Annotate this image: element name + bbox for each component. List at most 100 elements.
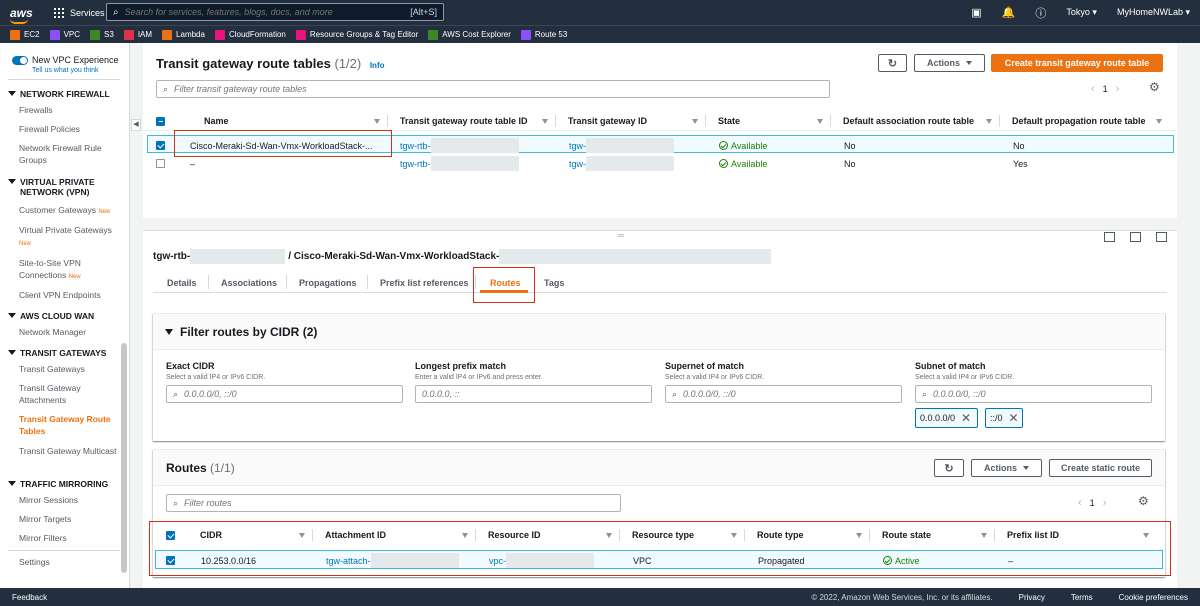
layout-bottom-icon[interactable] xyxy=(1104,232,1115,242)
select-all-checkbox[interactable] xyxy=(156,116,165,126)
favorite-lambda[interactable]: Lambda xyxy=(162,29,205,40)
col-rtb-id[interactable]: Transit gateway route table ID xyxy=(388,111,556,131)
next-page-icon[interactable]: › xyxy=(1103,497,1107,509)
page-number[interactable]: 1 xyxy=(1103,84,1108,94)
collapse-sidebar-icon[interactable]: ◀ xyxy=(131,119,141,131)
route-table-filter-input[interactable] xyxy=(174,84,779,94)
sidebar-item-tgw-multicast[interactable]: Transit Gateway Multicast xyxy=(19,445,119,457)
aws-logo[interactable]: aws xyxy=(10,6,44,24)
actions-button[interactable]: Actions xyxy=(914,54,985,72)
favorite-route53[interactable]: Route 53 xyxy=(520,29,567,40)
global-search[interactable]: ⌕ [Alt+S] xyxy=(106,3,444,21)
privacy-link[interactable]: Privacy xyxy=(1019,593,1045,602)
account-menu[interactable]: MyHomeNWLab ▾ xyxy=(1117,7,1190,18)
favorite-vpc[interactable]: VPC xyxy=(49,29,80,40)
sidebar-item-s2s-vpn[interactable]: Site-to-Site VPN Connections New xyxy=(19,257,119,283)
longest-prefix-field[interactable] xyxy=(415,385,652,403)
exact-cidr-field[interactable]: ⌕ xyxy=(166,385,403,403)
create-static-route-button[interactable]: Create static route xyxy=(1049,459,1152,477)
section-traffic-mirroring[interactable]: TRAFFIC MIRRORING xyxy=(8,479,108,489)
row-checkbox[interactable] xyxy=(156,141,165,150)
supernet-field[interactable]: ⌕ xyxy=(665,385,902,403)
subnet-field[interactable]: ⌕ xyxy=(915,385,1152,403)
sidebar-item-mirror-targets[interactable]: Mirror Targets xyxy=(19,513,119,525)
refresh-button[interactable]: ↻ xyxy=(878,54,907,72)
exact-cidr-input[interactable] xyxy=(184,389,396,399)
help-icon[interactable]: ⓘ xyxy=(1035,5,1046,21)
layout-side-icon[interactable] xyxy=(1130,232,1141,242)
tab-prefix-list-references[interactable]: Prefix list references xyxy=(380,272,469,293)
tab-associations[interactable]: Associations xyxy=(221,272,277,293)
routes-actions-button[interactable]: Actions xyxy=(971,459,1042,477)
tab-propagations[interactable]: Propagations xyxy=(299,272,357,293)
resize-handle-icon[interactable]: ═ xyxy=(616,231,626,240)
sidebar-item-client-vpn[interactable]: Client VPN Endpoints xyxy=(19,289,119,301)
favorite-ec2[interactable]: EC2 xyxy=(10,29,40,40)
page-number[interactable]: 1 xyxy=(1090,498,1095,508)
tab-details[interactable]: Details xyxy=(167,272,197,293)
terms-link[interactable]: Terms xyxy=(1071,593,1093,602)
sidebar-item-tgw-route-tables[interactable]: Transit Gateway Route Tables xyxy=(19,413,119,437)
cell-rtb-id[interactable]: tgw-rtb- xyxy=(400,136,519,155)
favorite-resource-groups[interactable]: Resource Groups & Tag Editor xyxy=(295,29,418,40)
row-checkbox[interactable] xyxy=(156,159,165,168)
routes-filter-input[interactable] xyxy=(184,498,592,508)
favorite-cost-explorer[interactable]: AWS Cost Explorer xyxy=(428,29,511,40)
section-vpn[interactable]: VIRTUAL PRIVATE NETWORK (VPN) xyxy=(8,177,118,197)
prev-page-icon[interactable]: ‹ xyxy=(1078,497,1082,509)
route-table-filter[interactable]: ⌕ xyxy=(156,80,830,98)
refresh-routes-button[interactable]: ↻ xyxy=(934,459,964,477)
sidebar-item-virtual-private-gateways[interactable]: Virtual Private Gateways New xyxy=(19,224,119,250)
gear-icon[interactable]: ⚙ xyxy=(1138,494,1149,508)
next-page-icon[interactable]: › xyxy=(1116,83,1120,95)
subnet-input[interactable] xyxy=(933,389,1145,399)
col-default-prop[interactable]: Default propagation route table xyxy=(1000,111,1170,131)
section-transit-gateways[interactable]: TRANSIT GATEWAYS xyxy=(8,348,106,358)
sidebar-item-firewalls[interactable]: Firewalls xyxy=(19,104,119,116)
sidebar-item-firewall-policies[interactable]: Firewall Policies xyxy=(19,123,119,135)
remove-token-icon[interactable]: ✕ xyxy=(961,411,971,425)
notifications-bell-icon[interactable]: 🔔 xyxy=(1002,6,1016,19)
longest-prefix-input[interactable] xyxy=(422,389,634,399)
routes-filter[interactable]: ⌕ xyxy=(166,494,621,512)
create-route-table-button[interactable]: Create transit gateway route table xyxy=(991,54,1163,72)
feedback-link[interactable]: Feedback xyxy=(12,593,47,602)
col-name[interactable]: Name xyxy=(188,111,388,131)
section-network-firewall[interactable]: NETWORK FIREWALL xyxy=(8,89,110,99)
vpc-experience-toggle[interactable] xyxy=(12,56,28,65)
cell-tgw-id[interactable]: tgw- xyxy=(569,154,675,173)
col-default-assoc[interactable]: Default association route table xyxy=(831,111,1000,131)
supernet-input[interactable] xyxy=(683,389,895,399)
services-grid-icon[interactable] xyxy=(54,7,64,18)
col-state[interactable]: State xyxy=(706,111,831,131)
tab-tags[interactable]: Tags xyxy=(544,272,564,293)
remove-token-icon[interactable]: ✕ xyxy=(1009,411,1019,425)
sidebar-item-settings[interactable]: Settings xyxy=(19,556,119,568)
cell-tgw-id[interactable]: tgw- xyxy=(569,136,675,155)
section-cloud-wan[interactable]: AWS CLOUD WAN xyxy=(8,311,94,321)
sidebar-item-mirror-sessions[interactable]: Mirror Sessions xyxy=(19,494,119,506)
col-tgw-id[interactable]: Transit gateway ID xyxy=(556,111,706,131)
sidebar-item-tgw-attachments[interactable]: Transit Gateway Attachments xyxy=(19,382,119,406)
services-menu[interactable]: Services xyxy=(70,8,105,18)
sidebar-item-rule-groups[interactable]: Network Firewall Rule Groups xyxy=(19,142,119,166)
cell-rtb-id[interactable]: tgw-rtb- xyxy=(400,154,519,173)
sidebar-scrollbar[interactable] xyxy=(121,343,127,573)
favorite-s3[interactable]: S3 xyxy=(90,29,114,40)
vpc-experience-feedback-link[interactable]: Tell us what you think xyxy=(32,67,119,74)
favorite-cloudformation[interactable]: CloudFormation xyxy=(214,29,286,40)
cookie-preferences-link[interactable]: Cookie preferences xyxy=(1119,593,1188,602)
sidebar-item-mirror-filters[interactable]: Mirror Filters xyxy=(19,532,119,544)
sidebar-item-customer-gateways[interactable]: Customer Gateways New xyxy=(19,204,119,218)
favorite-iam[interactable]: IAM xyxy=(123,29,152,40)
prev-page-icon[interactable]: ‹ xyxy=(1091,83,1095,95)
sidebar-item-transit-gateways[interactable]: Transit Gateways xyxy=(19,363,119,375)
cloudshell-icon[interactable]: ▣ xyxy=(971,6,981,19)
info-link[interactable]: Info xyxy=(370,61,385,70)
filter-routes-header[interactable]: Filter routes by CIDR (2) xyxy=(153,314,1165,350)
table-row[interactable]: – tgw-rtb- tgw- Available No Yes xyxy=(147,154,1174,173)
layout-full-icon[interactable] xyxy=(1156,232,1167,242)
gear-icon[interactable]: ⚙ xyxy=(1149,80,1160,94)
sidebar-item-network-manager[interactable]: Network Manager xyxy=(19,326,119,338)
global-search-input[interactable] xyxy=(124,7,405,17)
